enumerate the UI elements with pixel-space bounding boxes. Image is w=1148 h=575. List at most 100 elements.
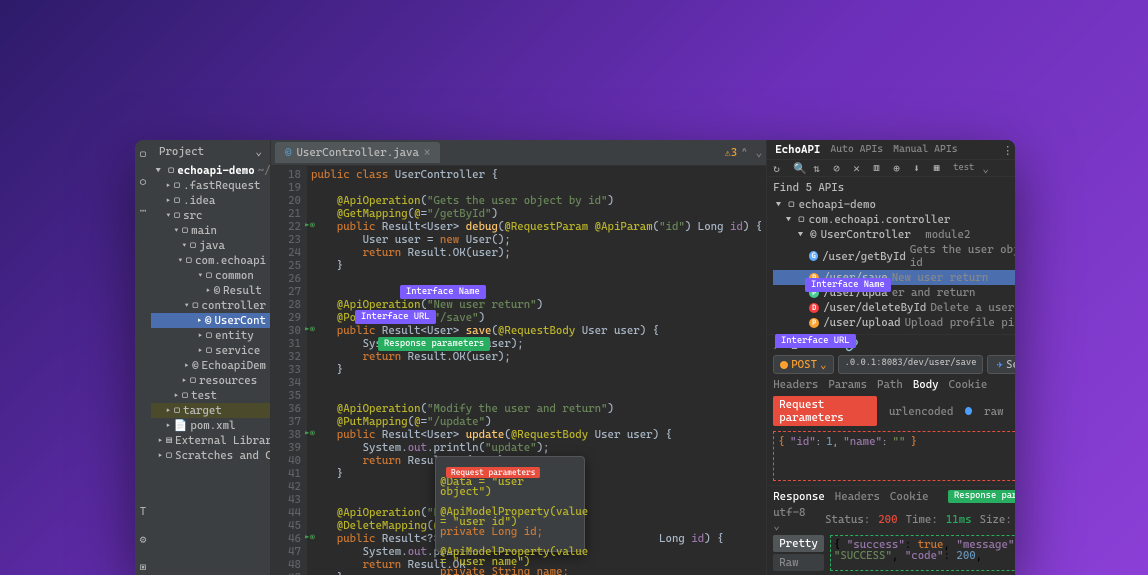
line-numbers: 1819202122►◉2324252627282930►◉3132333435… [271, 166, 307, 575]
request-tabs: Headers Params Path Body Cookie [773, 378, 1015, 391]
editor-tab[interactable]: © UserController.java × [275, 142, 440, 163]
echo-header: EchoAPI Auto APIs Manual APIs ⋮ — 🔔 [767, 140, 1015, 160]
api-list: Find 5 APIs ▾ ▢echoapi-demo ▾ ▢com.echoa… [767, 177, 1015, 334]
api-item[interactable]: P/user/upload Upload profile picture [773, 315, 1015, 330]
project-title: Project [159, 145, 204, 158]
echo-title: EchoAPI [775, 143, 820, 156]
tree-item[interactable]: ▾▢src [151, 208, 270, 223]
globe-icon[interactable]: ⊕ [893, 162, 905, 174]
label-interface-name: Interface Name [400, 285, 486, 299]
cancel-icon[interactable]: ⊘ [833, 162, 845, 174]
tree-package[interactable]: ▾ ▢com.echoapi.controller [773, 212, 1015, 227]
tab-manual-apis[interactable]: Manual APIs [893, 144, 957, 155]
tab-raw[interactable]: raw [978, 403, 1009, 420]
settings-icon[interactable]: ⚙ [135, 531, 151, 547]
popup-label: Request parameters [446, 467, 540, 478]
tree-item[interactable]: ▾▢common [151, 268, 270, 283]
label-interface-url-2: Interface URL [775, 334, 856, 348]
status-label: Status: [825, 513, 870, 526]
editor-tab-bar: © UserController.java × ⚠3 ^ ⌄ [271, 140, 766, 166]
echo-toolbar: ↻ 🔍 ⇅ ⊘ ✕ ▥ ⊕ ⬇ ▦ test ⌄ [767, 160, 1015, 177]
label-interface-url: Interface URL [355, 310, 436, 324]
tree-item[interactable]: ▸▢test [151, 388, 270, 403]
tree-root[interactable]: ▾ ▢echoapi-demo ~/Desktop/... [151, 163, 270, 178]
tree-item[interactable]: ▸▢resources [151, 373, 270, 388]
request-tab[interactable]: Path [877, 378, 903, 391]
request-body[interactable]: { "id": 1, "name": "" } [773, 431, 1015, 481]
warning-badge[interactable]: ⚠3 [725, 146, 737, 159]
label-response-params: Response parameters [378, 337, 490, 351]
menu-icon[interactable]: ⋮ [1002, 144, 1014, 156]
tree-item[interactable]: ▸©UserCont [151, 313, 270, 328]
env-select[interactable]: test [953, 163, 974, 173]
tab-request-params[interactable]: Request parameters [773, 396, 877, 426]
nav-down-icon[interactable]: ⌄ [756, 146, 763, 159]
format-raw[interactable]: Raw [773, 554, 824, 571]
time-label: Time: [906, 513, 938, 526]
request-section: ↗ ⌂ ▥ ▣ 🔗 POST ⌄ .0.0.1:8083/dev/user/sa… [767, 334, 1015, 485]
tree-item[interactable]: ▸▢service [151, 343, 270, 358]
folder-icon[interactable]: ▢ [135, 146, 151, 162]
more-icon[interactable]: ⋯ [135, 202, 151, 218]
find-result: Find 5 APIs [773, 181, 1015, 194]
radio-raw[interactable] [965, 407, 972, 415]
response-tab[interactable]: Headers [835, 490, 880, 503]
nav-up-icon[interactable]: ^ [741, 146, 747, 159]
tree-item[interactable]: ▸©EchoapiDem [151, 358, 270, 373]
echoapi-panel: EchoAPI Auto APIs Manual APIs ⋮ — 🔔 ↻ 🔍 … [766, 140, 1015, 575]
tree-item[interactable]: ▸▢.fastRequest [151, 178, 270, 193]
tool-icon[interactable]: T [135, 503, 151, 519]
request-tab[interactable]: Cookie [949, 378, 988, 391]
response-json[interactable]: { "success": true, "message": "SUCCESS",… [830, 535, 1015, 571]
tree-item[interactable]: ▾▢controller [151, 298, 270, 313]
response-params-badge: Response parameters [948, 490, 1015, 503]
close-icon[interactable]: × [424, 146, 430, 159]
encoding-select[interactable]: utf-8 ⌄ [773, 506, 817, 532]
tree-item[interactable]: ▸▢target [151, 403, 270, 418]
format-pretty[interactable]: Pretty [773, 535, 824, 552]
project-header[interactable]: Project ⌄ [151, 140, 270, 163]
label-interface-name-2: Interface Name [805, 278, 891, 292]
api-item[interactable]: D/user/deleteById Delete a user by id [773, 300, 1015, 315]
tree-controller[interactable]: ▾ ©UserController module2 [773, 227, 1015, 242]
chevron-down-icon[interactable]: ⌄ [982, 162, 989, 175]
tree-item[interactable]: ▾▢com.echoapi [151, 253, 270, 268]
tree-project[interactable]: ▾ ▢echoapi-demo [773, 197, 1015, 212]
download-icon[interactable]: ⬇ [913, 162, 925, 174]
response-section: Response Headers Cookie Response parameter… [767, 485, 1015, 575]
tree-item[interactable]: ▸📄pom.xml [151, 418, 270, 433]
request-tab[interactable]: Headers [773, 378, 818, 391]
search-icon[interactable]: 🔍 [793, 162, 805, 174]
tree-item[interactable]: ▸▢Scratches and Consoles [151, 448, 270, 463]
time-value: 11ms [946, 513, 972, 526]
refresh-icon[interactable]: ↻ [773, 162, 785, 174]
response-tab[interactable]: Cookie [890, 490, 929, 503]
tree-item[interactable]: ▾▢main [151, 223, 270, 238]
size-label: Size: [980, 513, 1012, 526]
send-button[interactable]: ✈Send [987, 355, 1015, 374]
status-value: 200 [878, 513, 897, 526]
filter-icon[interactable]: ⇅ [813, 162, 825, 174]
terminal-icon[interactable]: ▣ [135, 559, 151, 575]
api-item[interactable]: G/user/getById Gets the user object by i… [773, 242, 1015, 270]
tree-item[interactable]: ▸▤External Libraries [151, 433, 270, 448]
method-select[interactable]: POST ⌄ [773, 355, 833, 374]
grid-icon[interactable]: ▦ [933, 162, 945, 174]
tree-item[interactable]: ▾▢java [151, 238, 270, 253]
chevron-down-icon[interactable]: ⌄ [255, 145, 262, 158]
tree-item[interactable]: ▸▢.idea [151, 193, 270, 208]
response-tab[interactable]: Response [773, 490, 825, 503]
tab-urlencoded[interactable]: urlencoded [883, 403, 959, 420]
structure-icon[interactable]: ⬡ [135, 174, 151, 190]
left-gutter: ▢ ⬡ ⋯ T ⚙ ▣ [135, 140, 151, 575]
clear-icon[interactable]: ✕ [853, 162, 865, 174]
url-input[interactable]: .0.0.1:8083/dev/user/save [838, 355, 984, 374]
layout-icon[interactable]: ▥ [873, 162, 885, 174]
request-tab[interactable]: Params [828, 378, 867, 391]
project-panel: Project ⌄ ▾ ▢echoapi-demo ~/Desktop/...▸… [151, 140, 271, 575]
tree-item[interactable]: ▸©Result [151, 283, 270, 298]
tab-auto-apis[interactable]: Auto APIs [830, 144, 883, 155]
tree-item[interactable]: ▸▢entity [151, 328, 270, 343]
code-popup: Request parameters @Data = "user object"… [435, 456, 585, 552]
request-tab[interactable]: Body [913, 378, 939, 391]
